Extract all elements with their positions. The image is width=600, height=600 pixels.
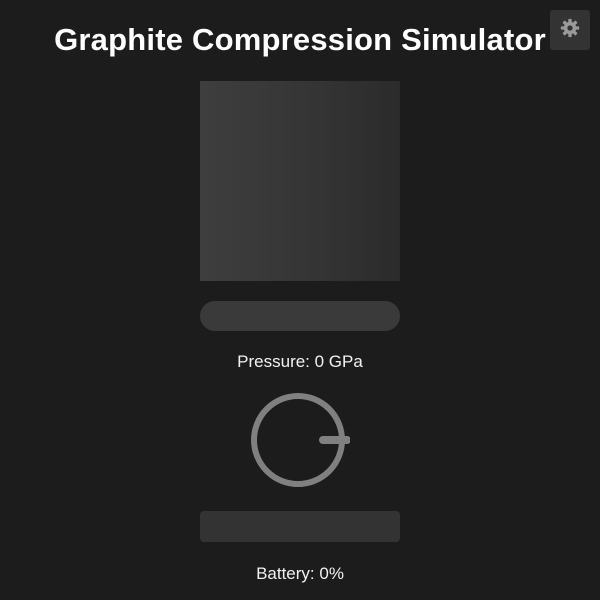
- pressure-readout: Pressure: 0 GPa: [237, 352, 363, 371]
- battery-readout: Battery: 0%: [256, 564, 344, 583]
- battery-bar: [200, 511, 400, 542]
- page-title: Graphite Compression Simulator: [54, 22, 546, 57]
- pressure-slider[interactable]: [200, 301, 400, 331]
- dial-knob-icon: [251, 393, 351, 487]
- simulator-page: Graphite Compression Simulator Pressure:…: [0, 0, 600, 600]
- gear-icon: [560, 18, 580, 43]
- pressure-knob[interactable]: [250, 391, 351, 491]
- settings-button[interactable]: [550, 10, 590, 50]
- graphite-sample: [200, 81, 400, 281]
